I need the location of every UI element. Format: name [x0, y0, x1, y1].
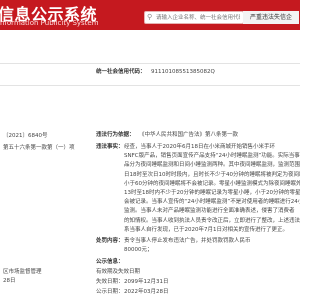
facts-line: SNFC版产品，销售页面宣传产品支持“24小时睡眠监测”功能。实际当事人产	[124, 153, 300, 160]
publish-date-label: 公示日期：	[96, 289, 124, 295]
violated-article: 第五十六条第一款第（一）项	[3, 145, 75, 151]
site-logo-subtitle: nformation Publicity System	[0, 19, 99, 27]
authority-name: 区市场监督管理	[3, 269, 42, 275]
decision-date: 28日	[3, 278, 16, 284]
facts-line: 品分为夜间睡眠监测和日间小睡监测两种。其中夜间睡眠监测，监测范围为	[124, 162, 300, 169]
search-input[interactable]	[156, 12, 240, 23]
facts-line: 的知情权。当事人收到执法人员责令改正后，立即进行了整改，上述违法行为	[124, 217, 300, 224]
facts-label: 违法事实：	[96, 144, 124, 150]
site-header: 信息公示系统 nformation Publicity System ⚲ 严重违…	[0, 0, 300, 30]
section-divider	[0, 63, 300, 64]
expiry-label: 失效日期：	[96, 279, 124, 285]
expiry-date: 2099年12月31日	[124, 279, 169, 285]
facts-line: 系当事人自行发现，已于2020年7月1日对相关的宣传进行了更正。	[124, 226, 288, 233]
facts-line: 经查，当事人于2020年6月18日在小米商城开始销售小米手环	[124, 144, 275, 150]
penalty-text: 责令当事人停止发布违法广告，并处罚款罚款人民币	[124, 238, 251, 244]
decision-number: 〔2021〕6840号	[3, 133, 48, 139]
validity-label: 有效期及失效日期	[96, 269, 141, 275]
basis-label: 违法行为依据：	[96, 132, 135, 138]
penalty-amount: 80000元；	[124, 247, 153, 253]
section-divider	[0, 85, 300, 86]
facts-line: 会被记录。当事人宣传的“24小时睡眠监测”不是对使用者的睡眠进行24小时	[124, 199, 300, 206]
publish-date: 2022年03月28日	[124, 289, 169, 295]
basis-value: 《中华人民共和国广告法》第八条第一款	[139, 132, 239, 138]
penalty-label: 处罚内容：	[96, 238, 124, 244]
facts-line: 13时至18时内不少于20分钟的睡眠记录为零星小睡，小于20分钟的零星小睡	[124, 190, 300, 197]
publicity-label: 公示信息：	[96, 259, 124, 265]
search-box[interactable]: ⚲	[144, 11, 244, 24]
credit-code-label: 统一社会信用代码：	[96, 69, 146, 75]
blacklist-button[interactable]: 严重违法失信企	[243, 11, 299, 24]
facts-line: 日18时至次日10时时段内，且时长不少于40分钟的睡眠将被判定为夜间睡眠，	[124, 171, 300, 178]
facts-line: 监测。当事人未对产品睡眠监测功能进行全面准确表述，侵害了消费者	[124, 208, 295, 215]
credit-code-value: 91110108551385082Q	[151, 69, 215, 75]
facts-line: 小于60分钟的夜间睡眠将不会被记录。零星小睡监测模式为除夜间睡眠外的时	[124, 180, 300, 187]
facts-paragraph: 经查，当事人于2020年6月18日在小米商城开始销售小米手环 SNFC版产品，销…	[124, 143, 300, 235]
search-icon: ⚲	[147, 13, 153, 21]
